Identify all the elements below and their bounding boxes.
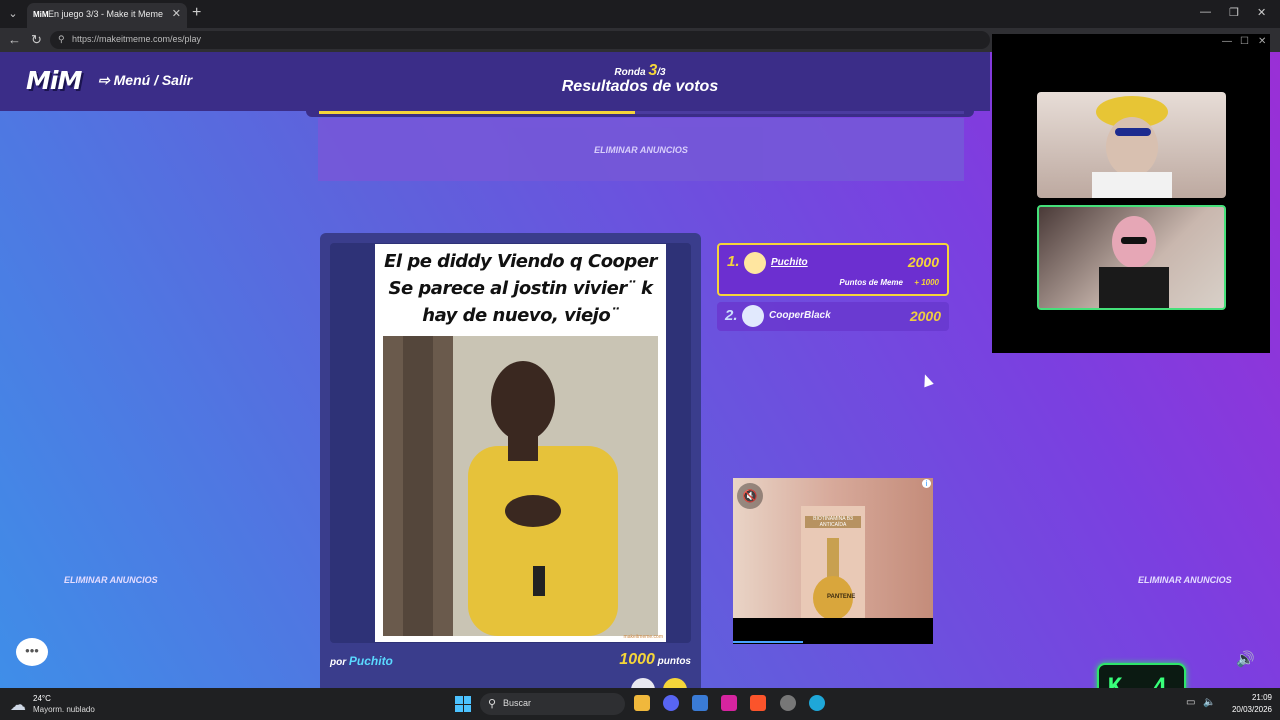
rank-position: 1. bbox=[727, 253, 740, 270]
obs-icon[interactable] bbox=[780, 695, 796, 711]
browser-tab-bar: ⌄ MiM En juego 3/3 - Make it Meme ✕ + — … bbox=[0, 0, 1280, 28]
start-icon-pane bbox=[455, 696, 463, 704]
remove-ads-link-top[interactable]: ELIMINAR ANUNCIOS bbox=[318, 145, 964, 155]
search-icon: ⚲ bbox=[488, 698, 497, 710]
rank-position: 2. bbox=[725, 307, 738, 324]
sound-icon[interactable]: 🔊 bbox=[1236, 650, 1255, 668]
store-icon[interactable] bbox=[692, 695, 708, 711]
meme-card: El pe diddy Viendo q Cooper Se parece al… bbox=[320, 233, 701, 688]
clock-time[interactable]: 21:09 bbox=[1222, 693, 1272, 702]
bottle-label: BIOTINAMINA B3 ANTICAÍDA bbox=[805, 516, 861, 528]
reaction-button-2[interactable] bbox=[663, 678, 687, 688]
volume-icon[interactable]: 🔈 bbox=[1203, 697, 1215, 708]
leaderboard-row: 2. CooperBlack 2000 bbox=[717, 302, 949, 331]
tab-favicon: MiM bbox=[33, 10, 49, 19]
player-name[interactable]: Puchito bbox=[771, 257, 808, 268]
meme-photo-illustration bbox=[383, 336, 658, 636]
url-text: https://makeitmeme.com/es/play bbox=[72, 34, 202, 44]
browser-tab[interactable]: MiM En juego 3/3 - Make it Meme ✕ bbox=[27, 3, 187, 28]
meme-author: por Puchito bbox=[330, 654, 393, 668]
webcam-feed-1 bbox=[1037, 92, 1226, 198]
meme-caption: El pe diddy Viendo q Cooper Se parece al… bbox=[384, 251, 657, 326]
round-total: /3 bbox=[657, 67, 666, 78]
avatar bbox=[742, 305, 764, 327]
webcam-feed-2 bbox=[1037, 205, 1226, 310]
start-icon-pane bbox=[463, 704, 471, 712]
discord-icon[interactable] bbox=[663, 695, 679, 711]
site-header: MiM ⇨ Menú / Salir Ronda 3/3 Resultados … bbox=[0, 52, 990, 111]
taskbar-search[interactable]: ⚲ Buscar bbox=[480, 693, 625, 715]
round-current: 3 bbox=[648, 62, 658, 79]
meme-points-value: 1000 bbox=[619, 651, 655, 668]
start-icon-pane bbox=[455, 704, 463, 712]
ad-info-icon[interactable]: i bbox=[922, 479, 931, 488]
chat-icon[interactable]: ••• bbox=[16, 638, 48, 666]
video-ad[interactable]: BIOTINAMINA B3 ANTICAÍDA PANTENE 🔇 i bbox=[733, 478, 933, 644]
instagram-icon[interactable] bbox=[721, 695, 737, 711]
video-frame: BIOTINAMINA B3 ANTICAÍDA PANTENE bbox=[733, 478, 933, 618]
player-score: 2000 bbox=[907, 254, 939, 270]
start-button[interactable] bbox=[455, 696, 471, 712]
webcam-person-2 bbox=[1099, 216, 1169, 308]
meme-points: 1000 puntos bbox=[619, 651, 691, 669]
meme-watermark: makeitmeme.com bbox=[623, 634, 663, 640]
restore-icon[interactable]: ❐ bbox=[1229, 6, 1239, 19]
remove-ads-link-left[interactable]: ELIMINAR ANUNCIOS bbox=[64, 575, 158, 585]
reaction-button-1[interactable] bbox=[631, 678, 655, 688]
cam-restore-icon[interactable]: ☐ bbox=[1240, 36, 1249, 47]
url-field[interactable]: ⚲ https://makeitmeme.com/es/play bbox=[50, 31, 990, 49]
tab-title: En juego 3/3 - Make it Meme bbox=[48, 9, 164, 19]
reload-icon[interactable]: ↻ bbox=[31, 32, 42, 48]
close-window-icon[interactable]: ✕ bbox=[1257, 6, 1266, 19]
cam-close-icon[interactable]: ✕ bbox=[1258, 36, 1266, 47]
cam-minimize-icon[interactable]: — bbox=[1222, 36, 1232, 47]
round-progress-bar bbox=[319, 111, 964, 114]
author-by-label: por bbox=[330, 657, 347, 668]
meme-image: El pe diddy Viendo q Cooper Se parece al… bbox=[375, 244, 666, 642]
clock-date[interactable]: 20/03/2026 bbox=[1222, 705, 1272, 714]
meme-points-label: Puntos de Meme bbox=[839, 278, 903, 287]
top-ad-banner: ELIMINAR ANUNCIOS bbox=[318, 118, 964, 181]
tab-list-icon[interactable]: ⌄ bbox=[4, 5, 22, 23]
back-icon[interactable]: ← bbox=[8, 32, 21, 47]
mute-icon[interactable]: 🔇 bbox=[737, 483, 763, 509]
start-icon-pane bbox=[463, 696, 471, 704]
network-icon[interactable]: ▭ bbox=[1186, 697, 1195, 708]
site-logo[interactable]: MiM bbox=[26, 66, 82, 95]
file-explorer-icon[interactable] bbox=[634, 695, 650, 711]
author-name[interactable]: Puchito bbox=[349, 654, 393, 668]
brave-icon[interactable] bbox=[750, 695, 766, 711]
minimize-icon[interactable]: — bbox=[1200, 6, 1211, 18]
leaderboard-row: 1. Puchito 2000 Puntos de Meme + 1000 bbox=[717, 243, 949, 296]
new-tab-icon[interactable]: + bbox=[192, 4, 201, 22]
weather-icon[interactable]: ☁ bbox=[10, 695, 26, 715]
meme-points-label: puntos bbox=[657, 656, 691, 667]
remove-ads-link-right[interactable]: ELIMINAR ANUNCIOS bbox=[1138, 575, 1232, 585]
round-label: Ronda bbox=[614, 67, 646, 78]
webcam-person-1 bbox=[1092, 96, 1172, 198]
site-info-icon[interactable]: ⚲ bbox=[58, 34, 65, 45]
player-score: 2000 bbox=[909, 308, 941, 324]
mouse-cursor bbox=[920, 372, 934, 388]
page-title: Resultados de votos bbox=[561, 78, 719, 95]
taskbar: ☁ 24°C Mayorm. nublado ⚲ Buscar ▭ 🔈 21:0… bbox=[0, 688, 1280, 720]
meme-frame: El pe diddy Viendo q Cooper Se parece al… bbox=[330, 243, 691, 643]
round-progress-fill bbox=[319, 111, 636, 114]
player-name[interactable]: CooperBlack bbox=[769, 310, 831, 321]
video-progress-bar bbox=[733, 641, 803, 643]
menu-exit-label: Menú / Salir bbox=[113, 72, 193, 88]
edge-icon[interactable] bbox=[809, 695, 825, 711]
weather-desc[interactable]: Mayorm. nublado bbox=[33, 705, 95, 714]
meme-points-bonus: + 1000 bbox=[914, 278, 939, 287]
weather-temp[interactable]: 24°C bbox=[33, 694, 51, 703]
search-placeholder: Buscar bbox=[503, 698, 532, 708]
webcam-overlay-window: — ☐ ✕ bbox=[992, 34, 1270, 353]
tab-close-icon[interactable]: ✕ bbox=[172, 7, 181, 20]
meme-photo bbox=[383, 336, 658, 636]
brand-name: PANTENE bbox=[827, 594, 856, 600]
avatar bbox=[744, 252, 766, 274]
menu-exit-link[interactable]: ⇨ Menú / Salir bbox=[98, 72, 192, 89]
